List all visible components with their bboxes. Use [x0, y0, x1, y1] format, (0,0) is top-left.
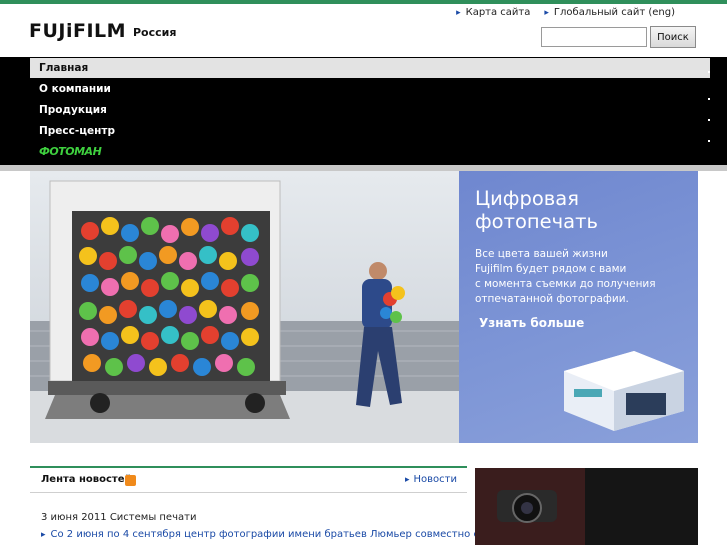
global-site-link[interactable]: Глобальный сайт (eng) [544, 7, 675, 18]
fujifilm-logo[interactable]: FUJiFILM [29, 20, 126, 42]
hero-title: Цифровая фотопечать [475, 187, 598, 233]
nav-item-press[interactable]: Пресс-центр [30, 121, 710, 141]
utility-links: Карта сайта Глобальный сайт (eng) [456, 7, 675, 18]
camera-promo-image[interactable] [475, 468, 698, 545]
learn-more-link[interactable]: Узнать больше [479, 316, 584, 330]
main-navigation: Главная О компании Продукция Пресс-центр… [0, 57, 727, 165]
balloon-truck-photo [30, 171, 459, 443]
region-label: Россия [133, 26, 177, 39]
hero-description: Все цвета вашей жизни Fujifilm будет ряд… [475, 248, 656, 305]
news-item-link[interactable]: Со 2 июня по 4 сентября центр фотографии… [41, 529, 479, 540]
news-header: Лента новостей Новости [30, 466, 467, 493]
news-date: 3 июня 2011 Системы печати [41, 512, 197, 523]
search-button[interactable]: Поиск [650, 26, 696, 48]
rss-icon[interactable] [125, 475, 136, 486]
news-title: Лента новостей [41, 474, 132, 485]
search-input[interactable] [541, 27, 647, 47]
sitemap-link[interactable]: Карта сайта [456, 7, 531, 18]
nav-item-products[interactable]: Продукция [30, 100, 710, 120]
hero-banner[interactable]: Цифровая фотопечать Все цвета вашей жизн… [30, 171, 698, 443]
hero-promo-panel: Цифровая фотопечать Все цвета вашей жизн… [459, 171, 698, 443]
nav-item-home[interactable]: Главная [30, 58, 710, 78]
nav-item-fotoman[interactable]: ФОТОМАН [30, 142, 710, 162]
all-news-link[interactable]: Новости [405, 474, 457, 485]
news-feed: Лента новостей Новости 3 июня 2011 Систе… [30, 466, 479, 540]
site-header: FUJiFILM Россия Карта сайта Глобальный с… [0, 4, 727, 57]
photo-printer-image [564, 351, 684, 431]
nav-item-about[interactable]: О компании [30, 79, 710, 99]
